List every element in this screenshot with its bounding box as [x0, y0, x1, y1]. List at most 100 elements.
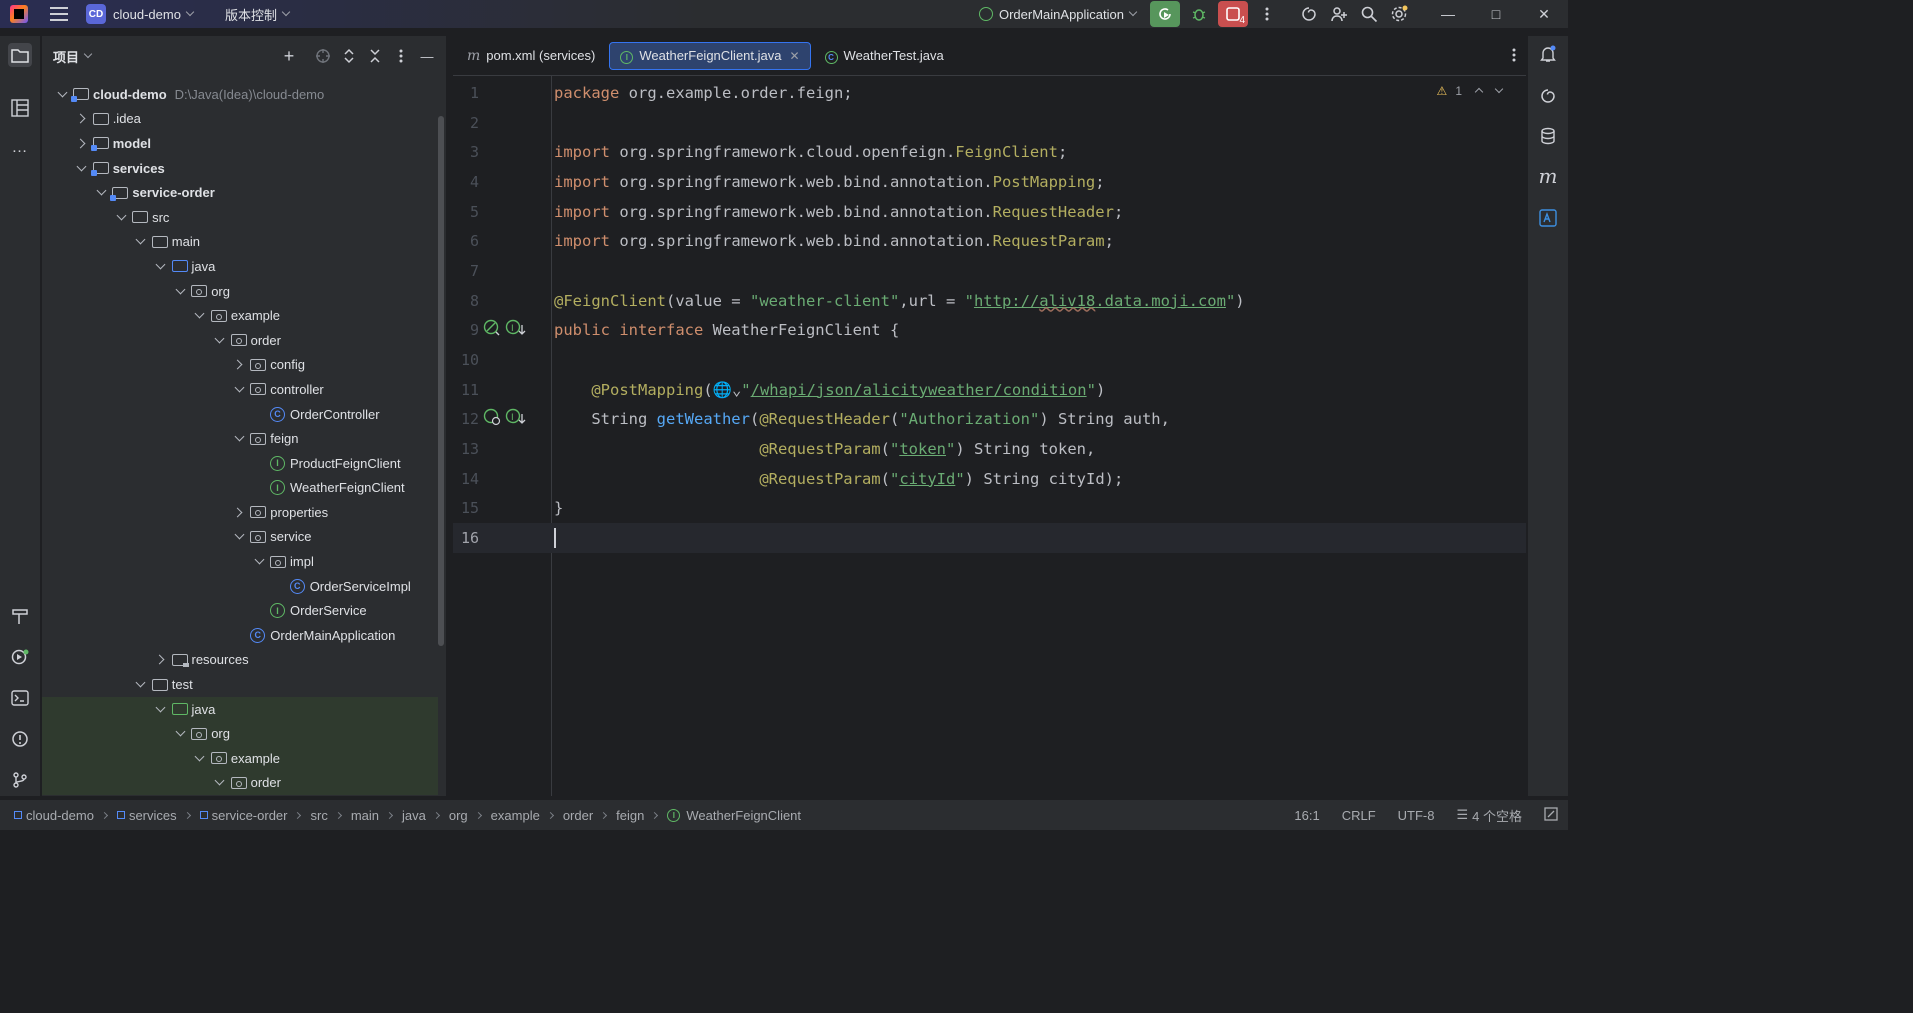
- project-switcher[interactable]: cloud-demo: [113, 7, 195, 22]
- line-number[interactable]: 9: [453, 321, 479, 339]
- chevron-down-icon[interactable]: [133, 234, 149, 250]
- tree-node[interactable]: org: [42, 721, 438, 747]
- tree-node[interactable]: order: [42, 328, 438, 353]
- terminal-tool-button[interactable]: [8, 686, 32, 710]
- bean-icon[interactable]: [483, 319, 501, 341]
- chevron-down-icon[interactable]: [192, 308, 208, 324]
- breadcrumb-item[interactable]: main: [351, 808, 379, 823]
- code-text[interactable]: public interface WeatherFeignClient {: [554, 321, 899, 339]
- tree-node[interactable]: properties: [42, 500, 438, 525]
- structure-tool-button[interactable]: [8, 96, 32, 120]
- debug-button[interactable]: [1184, 0, 1214, 28]
- code-text[interactable]: @RequestParam("cityId") String cityId);: [554, 470, 1123, 488]
- line-number[interactable]: 7: [453, 262, 479, 280]
- code-line[interactable]: 10: [453, 345, 1526, 375]
- tree-node[interactable]: example: [42, 303, 438, 328]
- tree-node[interactable]: config: [42, 353, 438, 378]
- implemented-icon[interactable]: I: [505, 319, 527, 341]
- chevron-down-icon[interactable]: [113, 209, 129, 225]
- more-tools-button[interactable]: …: [8, 136, 32, 160]
- translate-button[interactable]: [1536, 206, 1560, 230]
- code-text[interactable]: [554, 528, 556, 549]
- line-separator[interactable]: CRLF: [1342, 808, 1376, 823]
- tree-node[interactable]: controller: [42, 377, 438, 402]
- tree-node[interactable]: org: [42, 279, 438, 304]
- code-line[interactable]: 12 I String getWeather(@RequestHeader("Au…: [453, 405, 1526, 435]
- notifications-button[interactable]: [1536, 42, 1560, 66]
- endpoint-icon[interactable]: [483, 408, 501, 430]
- close-tab-icon[interactable]: ✕: [789, 49, 799, 63]
- code-text[interactable]: import org.springframework.web.bind.anno…: [554, 173, 1105, 191]
- hide-panel-button[interactable]: —: [418, 46, 436, 66]
- indent-setting[interactable]: ☰ 4 个空格: [1457, 806, 1523, 825]
- intellij-logo-icon[interactable]: [10, 5, 28, 23]
- tree-node[interactable]: src: [42, 205, 438, 230]
- code-line[interactable]: 14 @RequestParam("cityId") String cityId…: [453, 464, 1526, 494]
- code-text[interactable]: package org.example.order.feign;: [554, 84, 853, 102]
- breadcrumb-item[interactable]: service-order: [199, 808, 287, 823]
- line-number[interactable]: 4: [453, 173, 479, 191]
- implemented-icon[interactable]: I: [505, 408, 527, 430]
- tree-node[interactable]: test: [42, 672, 438, 697]
- line-number[interactable]: 16: [453, 529, 479, 547]
- tree-node[interactable]: impl: [42, 549, 438, 574]
- chevron-down-icon[interactable]: [231, 431, 247, 447]
- line-number[interactable]: 10: [453, 351, 479, 369]
- code-line[interactable]: 13 @RequestParam("token") String token,: [453, 434, 1526, 464]
- code-line[interactable]: 5 import org.springframework.web.bind.ann…: [453, 197, 1526, 227]
- breadcrumb-item[interactable]: services: [116, 808, 177, 823]
- minimize-button[interactable]: —: [1424, 0, 1472, 28]
- code-line[interactable]: 11 @PostMapping(🌐⌄"/whapi/json/alicitywe…: [453, 375, 1526, 405]
- tree-node[interactable]: java: [42, 254, 438, 279]
- line-number[interactable]: 12: [453, 410, 479, 428]
- close-window-button[interactable]: ✕: [1520, 0, 1568, 28]
- code-text[interactable]: import org.springframework.web.bind.anno…: [554, 232, 1114, 250]
- tree-node[interactable]: cloud-demo D:\Java(Idea)\cloud-demo: [42, 82, 438, 107]
- new-file-button[interactable]: +: [280, 46, 298, 66]
- tree-node[interactable]: I OrderService: [42, 598, 438, 623]
- caret-position[interactable]: 16:1: [1294, 808, 1319, 823]
- breadcrumb-item[interactable]: order: [563, 808, 593, 823]
- options-button[interactable]: [392, 46, 410, 66]
- line-number[interactable]: 13: [453, 440, 479, 458]
- line-number[interactable]: 1: [453, 84, 479, 102]
- code-text[interactable]: }: [554, 499, 563, 517]
- tree-node[interactable]: main: [42, 230, 438, 255]
- main-menu-icon[interactable]: [50, 7, 68, 21]
- editor-tab[interactable]: m pom.xml (services): [457, 42, 605, 70]
- code-text[interactable]: String getWeather(@RequestHeader("Author…: [554, 410, 1170, 428]
- editor-tab[interactable]: I WeatherFeignClient.java ✕: [609, 41, 811, 70]
- tree-node[interactable]: service: [42, 525, 438, 550]
- code-line[interactable]: 9 Ipublic interface WeatherFeignClient {: [453, 316, 1526, 346]
- code-line[interactable]: 4 import org.springframework.web.bind.ann…: [453, 167, 1526, 197]
- chevron-down-icon[interactable]: [192, 750, 208, 766]
- line-number[interactable]: 14: [453, 470, 479, 488]
- more-actions-button[interactable]: [1252, 0, 1282, 28]
- tree-node[interactable]: C OrderServiceImpl: [42, 574, 438, 599]
- project-view-selector[interactable]: 项目: [53, 47, 93, 66]
- vcs-menu[interactable]: 版本控制: [225, 5, 291, 24]
- code-with-me-button[interactable]: [1324, 0, 1354, 28]
- chevron-down-icon[interactable]: [93, 185, 109, 201]
- code-line[interactable]: 8 @FeignClient(value = "weather-client",u…: [453, 286, 1526, 316]
- build-tool-button[interactable]: [8, 604, 32, 628]
- line-number[interactable]: 15: [453, 499, 479, 517]
- chevron-down-icon[interactable]: [133, 677, 149, 693]
- chevron-right-icon[interactable]: [74, 135, 90, 151]
- chevron-right-icon[interactable]: [153, 652, 169, 668]
- chevron-down-icon[interactable]: [212, 332, 228, 348]
- code-text[interactable]: @PostMapping(🌐⌄"/whapi/json/alicityweath…: [554, 381, 1105, 399]
- expand-all-button[interactable]: [340, 46, 358, 66]
- tree-node[interactable]: .idea: [42, 107, 438, 132]
- chevron-down-icon[interactable]: [153, 701, 169, 717]
- problems-tool-button[interactable]: [8, 727, 32, 751]
- git-tool-button[interactable]: [8, 768, 32, 792]
- chevron-down-icon[interactable]: [212, 775, 228, 791]
- line-number[interactable]: 2: [453, 114, 479, 132]
- collapse-all-button[interactable]: [366, 46, 384, 66]
- code-line[interactable]: 3 import org.springframework.cloud.openfe…: [453, 137, 1526, 167]
- line-number[interactable]: 11: [453, 381, 479, 399]
- code-line[interactable]: 7: [453, 256, 1526, 286]
- services-tool-button[interactable]: [8, 645, 32, 669]
- database-button[interactable]: [1536, 124, 1560, 148]
